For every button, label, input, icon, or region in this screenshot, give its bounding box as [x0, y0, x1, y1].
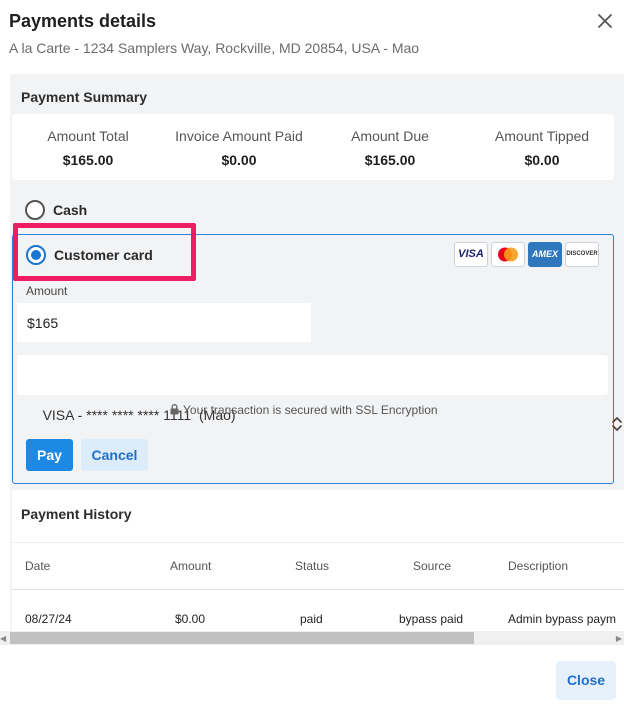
ssl-text: Your transaction is secured with SSL Enc… [183, 403, 438, 417]
summary-amount-total: Amount Total $165.00 [26, 128, 150, 168]
discover-logo-icon: DISCOVER [565, 242, 599, 267]
mastercard-logo-icon [491, 242, 525, 267]
payment-panel: Payment Summary Amount Total $165.00 Inv… [10, 74, 624, 645]
payment-summary-card: Amount Total $165.00 Invoice Amount Paid… [12, 114, 614, 180]
summary-value: $165.00 [62, 152, 114, 168]
summary-label: Invoice Amount Paid [175, 128, 303, 144]
highlight-annotation [13, 223, 196, 281]
summary-amount-tipped: Amount Tipped $0.00 [478, 128, 606, 168]
lock-icon [170, 404, 179, 418]
payment-history-title: Payment History [21, 506, 132, 522]
chevron-up-down-icon [588, 367, 623, 431]
cell-amount: $0.00 [175, 612, 206, 626]
summary-invoice-amount-paid: Invoice Amount Paid $0.00 [164, 128, 314, 168]
amount-input[interactable] [17, 303, 311, 342]
cell-source: bypass paid [399, 612, 464, 626]
summary-label: Amount Tipped [494, 128, 590, 144]
summary-label: Amount Total [47, 128, 129, 144]
amex-logo-icon: AMEX [528, 242, 562, 267]
payment-history-card: Payment History Date Amount Status Sourc… [12, 490, 624, 645]
pay-button[interactable]: Pay [26, 439, 73, 471]
payment-summary-title: Payment Summary [21, 89, 148, 105]
cell-date: 08/27/24 [25, 612, 72, 626]
dialog-subtitle: A la Carte - 1234 Samplers Way, Rockvill… [9, 40, 420, 56]
column-header-description: Description [508, 559, 569, 573]
horizontal-scrollbar[interactable]: ◀ ▶ [0, 631, 624, 645]
cash-label[interactable]: Cash [53, 202, 87, 218]
close-icon[interactable] [594, 10, 616, 32]
scroll-right-arrow-icon[interactable]: ▶ [616, 634, 622, 643]
scrollbar-thumb[interactable] [10, 632, 474, 644]
cancel-button[interactable]: Cancel [81, 439, 148, 471]
dialog-title: Payments details [9, 11, 157, 31]
close-button[interactable]: Close [556, 661, 616, 700]
ssl-notice: Your transaction is secured with SSL Enc… [170, 403, 438, 418]
summary-value: $165.00 [364, 152, 416, 168]
cash-radio[interactable] [25, 200, 45, 220]
visa-logo-icon: VISA [454, 242, 488, 267]
cell-description: Admin bypass paym [508, 612, 617, 626]
card-select[interactable]: VISA - **** **** **** 1111 (Mao) [17, 355, 623, 431]
summary-value: $0.00 [524, 152, 560, 168]
column-header-date: Date [25, 559, 51, 573]
column-header-amount: Amount [170, 559, 212, 573]
column-header-source: Source [413, 559, 452, 573]
cell-status: paid [300, 612, 323, 626]
summary-label: Amount Due [351, 128, 429, 144]
scroll-left-arrow-icon[interactable]: ◀ [0, 634, 6, 643]
column-header-status: Status [295, 559, 330, 573]
summary-amount-due: Amount Due $165.00 [328, 128, 452, 168]
history-table-header: Date Amount Status Source Description [12, 542, 624, 590]
amount-label: Amount [26, 284, 68, 298]
summary-value: $0.00 [221, 152, 257, 168]
